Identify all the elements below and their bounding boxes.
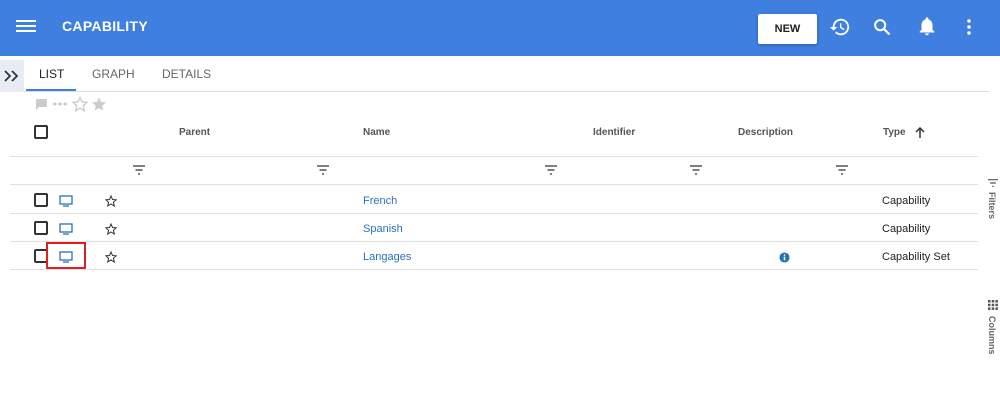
filters-panel-toggle[interactable]: Filters [985,178,1000,230]
tabs-divider [24,91,989,92]
bell-icon[interactable] [916,16,938,38]
columns-panel-toggle[interactable]: Columns [985,300,1000,360]
filters-label: Filters [987,192,997,220]
page-title: CAPABILITY [62,18,148,34]
info-icon[interactable] [779,252,790,263]
row-type: Capability Set [882,251,950,263]
vertical-dots-icon[interactable] [958,16,980,38]
row-divider [10,241,978,242]
filter-icon[interactable] [317,165,329,175]
row-divider [10,213,978,214]
row-name-link[interactable]: Langages [363,251,411,263]
row-type: Capability [882,195,931,207]
filter-icon[interactable] [690,165,702,175]
sort-ascending-icon[interactable] [914,127,926,139]
row-name-link[interactable]: French [363,195,397,207]
star-filled-icon[interactable] [91,96,107,112]
highlight-annotation [46,242,86,269]
column-header-identifier[interactable]: Identifier [593,127,635,138]
star-outline-icon[interactable] [105,195,117,207]
header-divider [10,156,978,157]
row-name-link[interactable]: Spanish [363,223,403,235]
double-chevron-right-icon [4,70,19,82]
filter-icon[interactable] [545,165,557,175]
select-all-checkbox[interactable] [34,125,48,139]
star-outline-icon[interactable] [105,223,117,235]
columns-label: Columns [987,316,997,355]
column-header-description[interactable]: Description [738,127,793,138]
star-outline-icon[interactable] [72,96,88,112]
filter-icon[interactable] [133,165,145,175]
filter-icon[interactable] [836,165,848,175]
row-type: Capability [882,223,931,235]
grid-icon [988,300,998,310]
sidebar-expand-button[interactable] [0,60,24,92]
filter-row-divider [10,184,978,185]
column-header-parent[interactable]: Parent [179,127,210,138]
filter-icon [988,179,998,187]
column-header-name[interactable]: Name [363,127,390,138]
search-icon[interactable] [871,16,893,38]
tab-list[interactable]: LIST [39,67,64,81]
hamburger-menu-icon[interactable] [16,17,36,37]
tab-details[interactable]: DETAILS [162,67,211,81]
comment-icon[interactable] [34,97,48,111]
row-divider [10,269,978,270]
history-icon[interactable] [829,16,851,38]
row-checkbox[interactable] [34,193,48,207]
app-bar: CAPABILITY NEW [0,0,1000,56]
row-checkbox[interactable] [34,221,48,235]
tab-graph[interactable]: GRAPH [92,67,135,81]
more-horizontal-icon[interactable] [52,101,68,107]
star-outline-icon[interactable] [105,251,117,263]
column-header-type[interactable]: Type [883,127,906,138]
monitor-icon[interactable] [59,223,73,235]
monitor-icon[interactable] [59,195,73,207]
new-button[interactable]: NEW [758,14,817,44]
